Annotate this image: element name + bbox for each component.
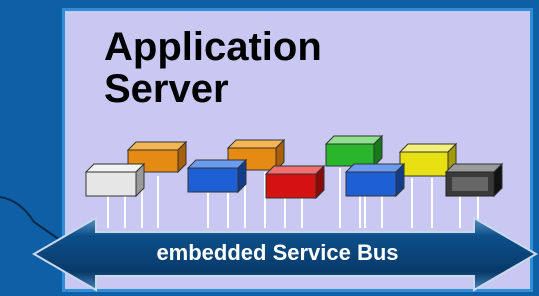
service-blue-2 bbox=[344, 162, 406, 198]
service-blue-1 bbox=[186, 158, 248, 194]
bus-label: embedded Service Bus bbox=[156, 240, 399, 265]
service-green bbox=[324, 134, 384, 168]
diagram: Application Server embedded Service Bus bbox=[0, 0, 539, 296]
external-connector bbox=[0, 196, 61, 241]
service-red bbox=[264, 164, 326, 200]
service-gray bbox=[84, 162, 146, 198]
service-black bbox=[444, 162, 504, 198]
